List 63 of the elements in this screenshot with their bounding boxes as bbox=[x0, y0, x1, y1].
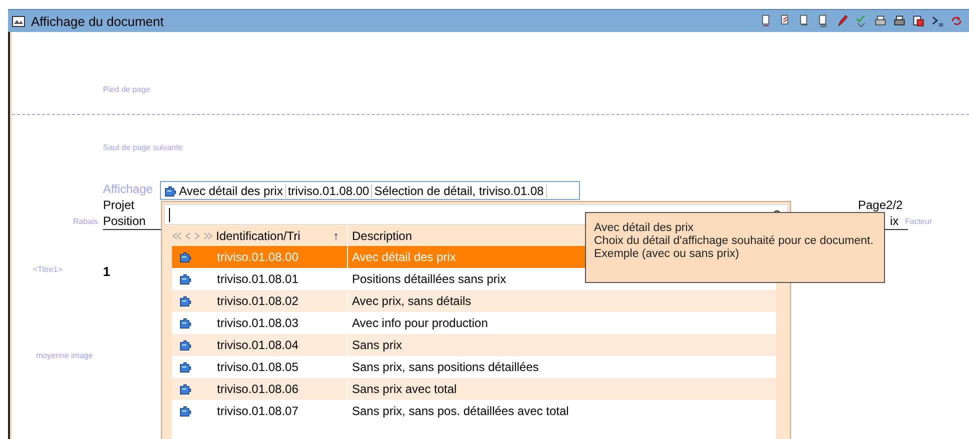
field-label: Projet bbox=[103, 198, 134, 212]
column-header[interactable]: Description bbox=[348, 228, 412, 242]
row-id: triviso.01.08.00 bbox=[217, 250, 298, 264]
combo-value: Avec détail des prix bbox=[179, 184, 286, 198]
puzzle-icon bbox=[179, 361, 192, 373]
field-label: Position bbox=[103, 214, 146, 228]
combo-value: Sélection de détail, triviso.01.08 bbox=[374, 184, 547, 198]
row-id: triviso.01.08.03 bbox=[217, 316, 298, 330]
puzzle-icon bbox=[179, 317, 192, 329]
row-id: triviso.01.08.06 bbox=[217, 382, 298, 396]
puzzle-icon bbox=[179, 273, 192, 285]
row-description: Avec détail des prix bbox=[351, 250, 456, 264]
next-page-icon bbox=[194, 232, 200, 240]
column-header[interactable]: Identification/Tri bbox=[216, 228, 330, 242]
puzzle-icon bbox=[164, 184, 177, 196]
field-label: Rabais bbox=[73, 217, 98, 226]
row-description: Sans prix bbox=[351, 338, 402, 352]
table-icon[interactable] bbox=[912, 14, 925, 28]
band-label: Pied de page bbox=[103, 85, 150, 94]
window-icon bbox=[12, 16, 25, 26]
field-label: Affichage bbox=[103, 182, 153, 196]
row-id: triviso.01.08.01 bbox=[217, 272, 298, 286]
first-page-icon bbox=[172, 232, 182, 240]
row-description: Sans prix, sans positions détaillées bbox=[351, 360, 539, 374]
row-id: triviso.01.08.02 bbox=[217, 294, 298, 308]
printer-icon[interactable] bbox=[874, 14, 887, 28]
band-label: Saut de page suivante bbox=[103, 143, 183, 152]
pencil-icon[interactable] bbox=[836, 14, 849, 28]
list-row[interactable]: triviso.01.08.06 Sans prix avec total bbox=[172, 378, 776, 400]
previous-page-icon bbox=[185, 232, 191, 240]
row-id: triviso.01.08.05 bbox=[217, 360, 298, 374]
row-description: Sans prix, sans pos. détaillées avec total bbox=[351, 404, 569, 418]
sort-indicator: ↑ bbox=[333, 228, 340, 242]
tooltip-text: Choix du détail d'affichage souhaité pour ce document. bbox=[594, 235, 874, 247]
row-id: triviso.01.08.07 bbox=[217, 404, 298, 418]
puzzle-icon bbox=[179, 339, 192, 351]
section-label: <Titre1> bbox=[33, 265, 62, 274]
check-icon[interactable] bbox=[855, 14, 868, 28]
last-page-icon bbox=[203, 232, 213, 240]
printer-icon[interactable] bbox=[893, 14, 906, 28]
list-row[interactable]: triviso.01.08.02 Avec prix, sans détails bbox=[172, 290, 776, 312]
title-number: 1 bbox=[103, 264, 110, 279]
row-id: triviso.01.08.04 bbox=[217, 338, 298, 352]
page-number: Page2/2 bbox=[858, 198, 903, 212]
combo-value: triviso.01.08.00 bbox=[288, 184, 372, 198]
field-label: Facteur bbox=[905, 217, 932, 226]
display-combo-box[interactable]: Avec détail des prix triviso.01.08.00 Sélection de détail, triviso.01.08 bbox=[160, 181, 580, 200]
chevron-icon[interactable] bbox=[931, 14, 944, 28]
window-title: Affichage du document bbox=[31, 14, 165, 28]
puzzle-icon bbox=[179, 383, 192, 395]
list-row[interactable]: triviso.01.08.04 Sans prix bbox=[172, 334, 776, 356]
row-description: Sans prix avec total bbox=[351, 382, 457, 396]
row-description: Avec prix, sans détails bbox=[351, 294, 472, 308]
image-label: moyenne image bbox=[36, 351, 93, 360]
refresh-icon[interactable] bbox=[950, 14, 963, 28]
puzzle-icon bbox=[179, 251, 192, 263]
tooltip-text: Exemple (avec ou sans prix) bbox=[594, 248, 740, 260]
puzzle-icon bbox=[179, 405, 192, 417]
tooltip-text: Avec détail des prix bbox=[594, 222, 695, 234]
puzzle-icon bbox=[179, 295, 192, 307]
row-description: Avec info pour production bbox=[351, 316, 488, 330]
row-description: Positions détaillées sans prix bbox=[351, 272, 506, 286]
field-label: ix bbox=[890, 214, 899, 228]
